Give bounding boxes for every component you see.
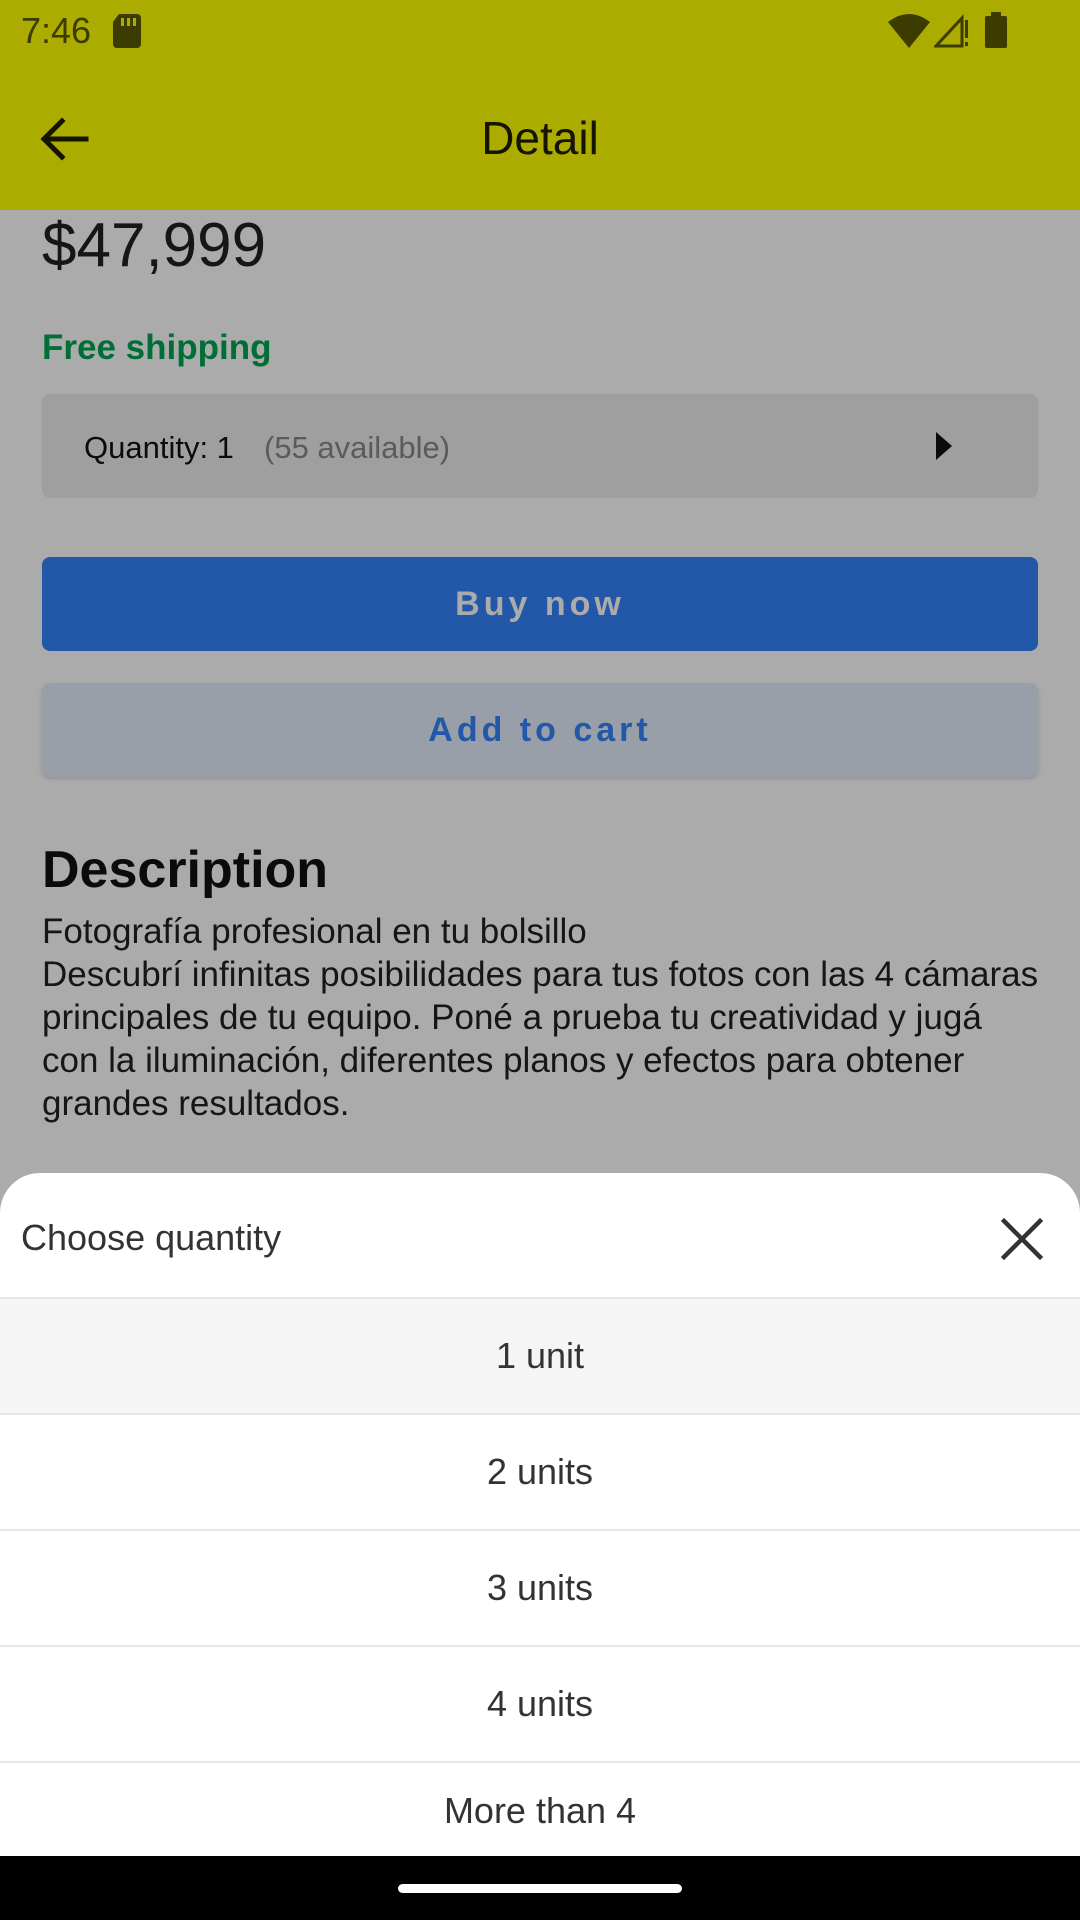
navigation-bar bbox=[0, 1856, 1080, 1920]
sheet-title: Choose quantity bbox=[21, 1217, 282, 1258]
quantity-option-3[interactable]: 3 units bbox=[0, 1531, 1080, 1647]
quantity-option-more[interactable]: More than 4 bbox=[0, 1763, 1080, 1856]
close-icon[interactable] bbox=[1000, 1217, 1044, 1261]
quantity-bottom-sheet: Choose quantity 1 unit 2 units 3 units 4… bbox=[0, 1173, 1080, 1856]
quantity-option-4[interactable]: 4 units bbox=[0, 1647, 1080, 1763]
sheet-header: Choose quantity bbox=[0, 1173, 1080, 1299]
home-handle[interactable] bbox=[398, 1884, 682, 1893]
quantity-option-2[interactable]: 2 units bbox=[0, 1415, 1080, 1531]
quantity-option-1[interactable]: 1 unit bbox=[0, 1299, 1080, 1415]
